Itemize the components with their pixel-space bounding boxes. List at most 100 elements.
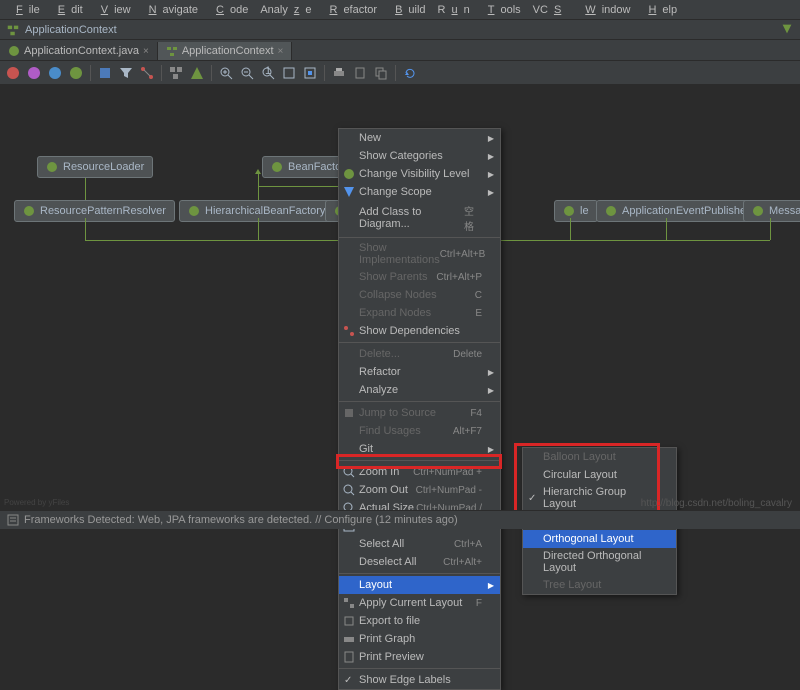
menu-window[interactable]: Window — [573, 2, 636, 18]
watermark: http://blog.csdn.net/boling_cavalry — [641, 498, 792, 509]
menu-refactor[interactable]: Refactor▶ — [339, 363, 500, 381]
menu-zoom-out[interactable]: Zoom OutCtrl+NumPad - — [339, 481, 500, 499]
menu-view[interactable]: View — [89, 2, 137, 18]
node-partial-le[interactable]: le — [554, 200, 598, 222]
close-icon[interactable]: × — [143, 46, 149, 57]
menu-select-all[interactable]: Select AllCtrl+A — [339, 535, 500, 553]
menu-build[interactable]: Build — [383, 2, 431, 18]
menu-jump-to-source: Jump to SourceF4 — [339, 404, 500, 422]
edge-line — [258, 186, 259, 200]
menu-layout[interactable]: Layout▶ — [339, 576, 500, 594]
menu-git[interactable]: Git▶ — [339, 440, 500, 458]
node-resource-pattern-resolver[interactable]: ResourcePatternResolver — [14, 200, 175, 222]
menu-analyze[interactable]: Analyze▶ — [339, 381, 500, 399]
status-text[interactable]: Frameworks Detected: Web, JPA frameworks… — [24, 514, 458, 526]
layout-icon[interactable] — [169, 66, 183, 80]
print-icon — [342, 632, 356, 646]
close-icon[interactable]: × — [278, 46, 284, 57]
dependencies-icon — [342, 324, 356, 338]
node-label: HierarchicalBeanFactory — [205, 205, 325, 217]
menu-zoom-in[interactable]: Zoom InCtrl+NumPad + — [339, 463, 500, 481]
dependencies-icon[interactable] — [140, 66, 154, 80]
menubar: File Edit View Navigate Code Analyze Ref… — [0, 0, 800, 20]
print-preview-icon[interactable] — [353, 66, 367, 80]
submenu-balloon[interactable]: Balloon Layout — [523, 448, 676, 466]
jump-icon — [342, 406, 356, 420]
interface-icon — [605, 205, 617, 217]
navbar: ApplicationContext — [0, 20, 800, 40]
menu-collapse-nodes: Collapse NodesC — [339, 286, 500, 304]
menu-delete: Delete...Delete — [339, 345, 500, 363]
menu-change-scope[interactable]: Change Scope▶ — [339, 183, 500, 201]
copy-icon[interactable] — [374, 66, 388, 80]
menu-help[interactable]: Help — [636, 2, 683, 18]
node-label: le — [580, 205, 589, 217]
visibility-m-icon[interactable] — [27, 66, 41, 80]
submenu-tree[interactable]: Tree Layout — [523, 576, 676, 594]
menu-analyze[interactable]: Analyze — [254, 2, 317, 18]
menu-show-dependencies[interactable]: Show Dependencies — [339, 322, 500, 340]
filter-icon[interactable] — [119, 66, 133, 80]
visibility-i-icon[interactable] — [69, 66, 83, 80]
edge-line — [258, 172, 259, 186]
menu-file[interactable]: File — [4, 2, 46, 18]
menu-deselect-all[interactable]: Deselect AllCtrl+Alt+ — [339, 553, 500, 571]
node-hierarchical-bean-factory[interactable]: HierarchicalBeanFactory — [179, 200, 334, 222]
tab-java-file[interactable]: ApplicationContext.java × — [0, 42, 158, 60]
menu-vcs[interactable]: VCS — [527, 2, 574, 18]
menu-run[interactable]: Run — [432, 2, 476, 18]
menu-show-edge-labels[interactable]: ✓Show Edge Labels — [339, 671, 500, 689]
node-label: ResourcePatternResolver — [40, 205, 166, 217]
zoom-out-icon — [342, 483, 356, 497]
export-icon[interactable] — [303, 66, 317, 80]
log-icon[interactable] — [6, 513, 20, 527]
interface-icon — [563, 205, 575, 217]
submenu-orthogonal[interactable]: Orthogonal Layout — [523, 530, 676, 548]
visibility-p-icon[interactable] — [48, 66, 62, 80]
diagram-icon — [166, 45, 178, 57]
menu-print-graph[interactable]: Print Graph — [339, 630, 500, 648]
print-icon[interactable] — [332, 66, 346, 80]
menu-new[interactable]: New▶ — [339, 129, 500, 147]
menu-edit[interactable]: Edit — [46, 2, 89, 18]
menu-print-preview[interactable]: Print Preview — [339, 648, 500, 666]
export-icon — [342, 614, 356, 628]
apply-layout-icon[interactable] — [190, 66, 204, 80]
actual-size-icon[interactable]: 1 — [261, 66, 275, 80]
submenu-directed-orthogonal[interactable]: Directed Orthogonal Layout — [523, 548, 676, 576]
separator — [339, 573, 500, 574]
menu-code[interactable]: Code — [204, 2, 254, 18]
refresh-icon[interactable] — [403, 66, 417, 80]
node-application-event-publisher[interactable]: ApplicationEventPublisher — [596, 200, 759, 222]
diagram-toolbar: 1 — [0, 61, 800, 85]
edge-line — [666, 218, 667, 240]
tab-diagram[interactable]: ApplicationContext × — [158, 42, 293, 60]
menu-tools[interactable]: Tools — [476, 2, 527, 18]
zoom-out-icon[interactable] — [240, 66, 254, 80]
menu-add-class[interactable]: Add Class to Diagram...空格 — [339, 201, 500, 235]
scope-icon[interactable] — [98, 66, 112, 80]
menu-export-to-file[interactable]: Export to file — [339, 612, 500, 630]
zoom-in-icon[interactable] — [219, 66, 233, 80]
menu-show-categories[interactable]: Show Categories▶ — [339, 147, 500, 165]
menu-apply-current-layout[interactable]: Apply Current LayoutF — [339, 594, 500, 612]
diagram-context-icon — [6, 23, 20, 37]
separator — [339, 342, 500, 343]
fit-content-icon[interactable] — [282, 66, 296, 80]
interface-icon — [271, 161, 283, 173]
menu-navigate[interactable]: Navigate — [137, 2, 204, 18]
arrow-icon — [255, 169, 261, 174]
config-icon[interactable] — [780, 22, 794, 36]
java-file-icon — [8, 45, 20, 57]
tabbar: ApplicationContext.java × ApplicationCon… — [0, 40, 800, 61]
node-resource-loader[interactable]: ResourceLoader — [37, 156, 153, 178]
interface-icon — [752, 205, 764, 217]
separator — [90, 65, 91, 81]
breadcrumb[interactable]: ApplicationContext — [25, 24, 117, 36]
menu-change-visibility[interactable]: Change Visibility Level▶ — [339, 165, 500, 183]
visibility-c-icon[interactable] — [6, 66, 20, 80]
submenu-circular[interactable]: Circular Layout — [523, 466, 676, 484]
apply-icon — [342, 596, 356, 610]
node-message-source[interactable]: MessageSource — [743, 200, 800, 222]
menu-refactor[interactable]: Refactor — [317, 2, 383, 18]
